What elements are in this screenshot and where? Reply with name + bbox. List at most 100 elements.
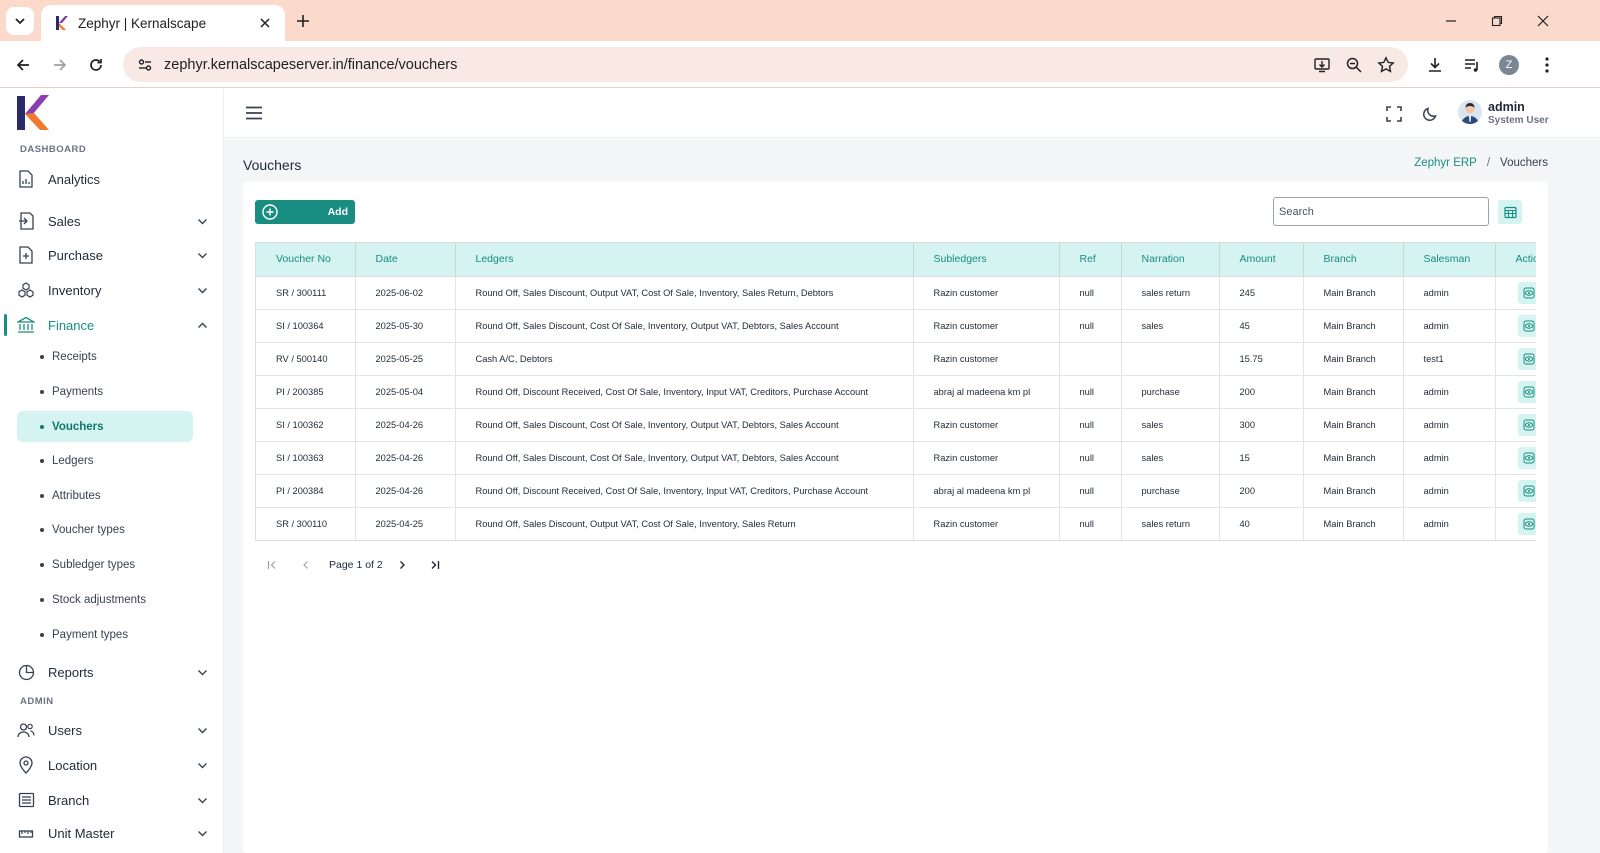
sidebar-subitem-label: Subledger types [52,558,136,571]
sidebar-subitem-vouchers[interactable]: Vouchers [17,411,193,442]
profile-button[interactable]: Z [1494,50,1524,80]
address-bar[interactable]: zephyr.kernalscapeserver.in/finance/vouc… [123,47,1408,82]
table-cell: sales [1121,309,1220,343]
column-header[interactable]: Date [355,243,456,277]
bookmark-star-icon[interactable] [1372,51,1400,79]
user-name[interactable]: admin [1488,100,1525,114]
last-page-button[interactable] [426,556,444,574]
theme-toggle-button[interactable] [1419,103,1441,125]
sidebar-item-reports[interactable]: Reports [0,655,223,689]
sidebar-item-inventory[interactable]: Inventory [0,273,223,307]
column-header[interactable]: Actions [1495,243,1536,277]
sidebar-subitem-stock-adjustments[interactable]: Stock adjustments [17,584,193,615]
column-header[interactable]: Ref [1059,243,1122,277]
view-button[interactable] [1517,314,1536,337]
site-info-icon[interactable] [127,47,163,82]
table-row[interactable]: SR / 300110 2025-04-25 Round Off, Sales Di… [256,507,1536,540]
browser-menu-button[interactable] [1532,50,1562,80]
bullet-icon [40,632,44,637]
column-header[interactable]: Subledgers [913,243,1060,277]
view-button[interactable] [1517,479,1536,502]
sidebar-item-location[interactable]: Location [0,748,223,782]
table-row[interactable]: SR / 300111 2025-06-02 Round Off, Sales Di… [256,276,1536,310]
back-button[interactable] [8,50,38,80]
purchase-document-icon [17,246,35,264]
sidebar-subitem-payments[interactable]: Payments [17,376,193,407]
sidebar-item-users[interactable]: Users [0,713,223,747]
bank-icon [17,316,35,334]
install-app-icon[interactable] [1308,51,1336,79]
view-button[interactable] [1517,347,1536,370]
table-cell: Main Branch [1303,375,1404,409]
tab-search-button[interactable] [6,7,34,35]
table-cell: 2025-05-30 [355,309,456,343]
table-cell: Main Branch [1303,342,1404,376]
sidebar-item-sales[interactable]: Sales [0,204,223,238]
table-row[interactable]: RV / 500140 2025-05-25 Cash A/C, Debtors Ra… [256,342,1536,376]
kernalscape-logo [17,95,49,130]
browser-tab-active[interactable]: Zephyr | Kernalscape [41,5,285,41]
add-voucher-button[interactable]: Add [255,200,355,224]
hamburger-icon [246,106,262,120]
avatar[interactable] [1458,100,1482,124]
media-controls-button[interactable] [1457,50,1487,80]
column-header[interactable]: Voucher No [256,243,356,277]
url-text[interactable]: zephyr.kernalscapeserver.in/finance/vouc… [164,57,457,73]
view-button[interactable] [1517,380,1536,403]
breadcrumb-root-link[interactable]: Zephyr ERP [1414,157,1477,169]
view-button[interactable] [1517,281,1536,304]
fullscreen-button[interactable] [1383,103,1405,125]
next-page-button[interactable] [393,556,411,574]
sidebar-subitem-receipts[interactable]: Receipts [17,341,193,372]
sidebar-item-label: Branch [48,792,90,808]
table-row[interactable]: PI / 200384 2025-04-26 Round Off, Discount… [256,474,1536,508]
new-tab-button[interactable] [290,8,316,34]
restore-window-button[interactable] [1474,6,1520,36]
table-row[interactable]: SI / 100363 2025-04-26 Round Off, Sales Di… [256,441,1536,475]
sidebar-item-finance[interactable]: Finance [0,308,223,342]
first-page-button[interactable] [263,556,281,574]
sidebar-item-purchase[interactable]: Purchase [0,238,223,272]
view-button[interactable] [1517,512,1536,535]
sidebar-item-analytics[interactable]: Analytics [0,162,223,196]
sidebar-subitem-payment-types[interactable]: Payment types [17,619,193,650]
reload-button[interactable] [81,50,111,80]
search-input[interactable] [1273,197,1489,226]
close-icon[interactable] [253,11,277,35]
chevron-down-icon [195,248,209,262]
eye-icon [1523,485,1534,496]
sidebar-item-label: Sales [48,213,81,229]
downloads-button[interactable] [1420,50,1450,80]
column-header[interactable]: Ledgers [455,243,914,277]
zoom-icon[interactable] [1340,51,1368,79]
vouchers-table-container: Voucher No Date Ledgers Subledgers Ref Narrat… [255,242,1536,541]
table-cell: RV / 500140 [256,342,356,376]
sidebar-item-unit-master[interactable]: Unit Master [0,816,223,850]
menu-toggle-button[interactable] [244,103,264,123]
sidebar-subitem-ledgers[interactable]: Ledgers [17,445,193,476]
table-row[interactable]: PI / 200385 2025-05-04 Round Off, Discount… [256,375,1536,409]
view-button[interactable] [1517,446,1536,469]
column-header[interactable]: Narration [1121,243,1220,277]
sidebar-subitem-attributes[interactable]: Attributes [17,480,193,511]
column-header[interactable]: Branch [1303,243,1404,277]
column-header[interactable]: Amount [1219,243,1304,277]
table-row[interactable]: SI / 100364 2025-05-30 Round Off, Sales Di… [256,309,1536,343]
prev-page-button[interactable] [297,556,315,574]
table-cell: Round Off, Sales Discount, Cost Of Sale,… [455,309,914,343]
chevron-down-icon [195,283,209,297]
sidebar-item-label: Finance [48,317,95,333]
minimize-window-button[interactable] [1428,6,1474,36]
sidebar-subitem-label: Vouchers [52,420,104,433]
table-cell: sales return [1121,276,1220,310]
sidebar-subitem-voucher-types[interactable]: Voucher types [17,514,193,545]
sidebar-item-branch[interactable]: Branch [0,783,223,817]
close-window-button[interactable] [1520,6,1566,36]
arrow-right-icon [54,59,67,71]
view-button[interactable] [1517,413,1536,436]
forward-button[interactable] [45,50,75,80]
sidebar-subitem-subledger-types[interactable]: Subledger types [17,549,193,580]
column-header[interactable]: Salesman [1403,243,1496,277]
table-row[interactable]: SI / 100362 2025-04-26 Round Off, Sales Di… [256,408,1536,442]
export-button[interactable] [1498,200,1522,224]
